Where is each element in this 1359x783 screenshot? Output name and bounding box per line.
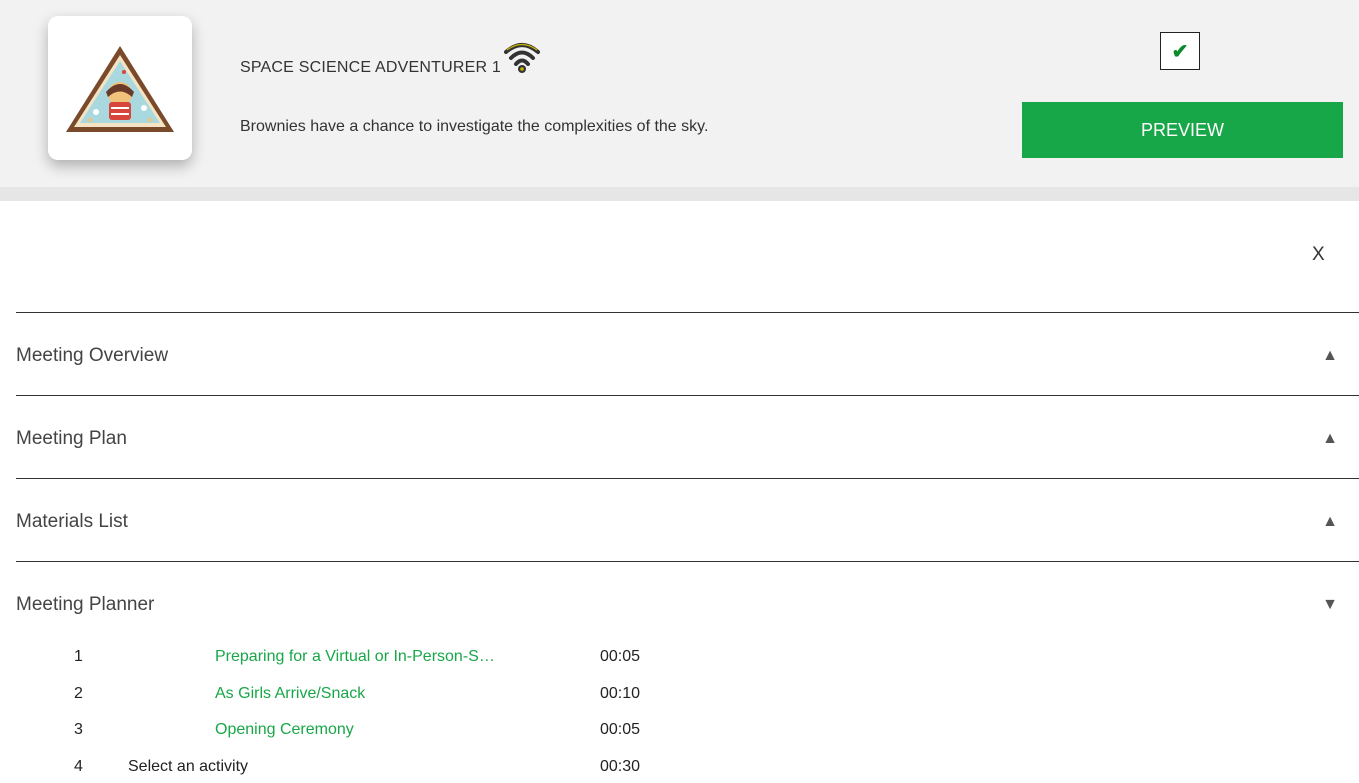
close-button[interactable]: X [1312, 244, 1325, 266]
chevron-up-icon[interactable]: ▲ [1322, 430, 1338, 448]
section-label: Materials List [16, 511, 128, 532]
wifi-signal-icon [503, 39, 541, 80]
row-duration: 00:30 [600, 758, 641, 775]
section-meeting-plan[interactable]: Meeting Plan ▲ [16, 395, 1359, 477]
section-label: Meeting Planner [16, 594, 155, 615]
title-row: SPACE SCIENCE ADVENTURER 1 [240, 40, 541, 80]
chevron-up-icon[interactable]: ▲ [1322, 347, 1338, 365]
row-duration: 00:10 [600, 685, 641, 702]
activity-card-header: SPACE SCIENCE ADVENTURER 1 Brownies have… [0, 0, 1359, 187]
checkmark-icon: ✔ [1171, 40, 1189, 63]
planner-row: 3 Opening Ceremony 00:05 [0, 721, 700, 745]
section-meeting-planner[interactable]: Meeting Planner ▼ [16, 561, 1359, 643]
section-label: Meeting Plan [16, 428, 127, 449]
row-number: 4 [74, 758, 83, 775]
complete-checkbox[interactable]: ✔ [1160, 32, 1200, 70]
activity-link[interactable]: As Girls Arrive/Snack [215, 685, 365, 703]
section-label: Meeting Overview [16, 345, 169, 366]
section-meeting-overview[interactable]: Meeting Overview ▲ [16, 312, 1359, 394]
space-science-badge-icon [66, 46, 174, 132]
activity-link[interactable]: Preparing for a Virtual or In-Person-S… [215, 648, 495, 666]
planner-row: 1 Preparing for a Virtual or In-Person-S… [0, 648, 700, 672]
row-number: 1 [74, 648, 83, 665]
select-activity-link[interactable]: Select an activity [128, 758, 248, 776]
header-divider [0, 187, 1359, 201]
planner-row: 2 As Girls Arrive/Snack 00:10 [0, 685, 700, 709]
row-number: 3 [74, 721, 83, 738]
planner-row: 4 Select an activity 00:30 [0, 758, 700, 782]
chevron-down-icon[interactable]: ▼ [1322, 596, 1338, 614]
badge-tile[interactable] [48, 16, 192, 160]
row-duration: 00:05 [600, 721, 641, 738]
row-duration: 00:05 [600, 648, 641, 665]
activity-title: SPACE SCIENCE ADVENTURER 1 [240, 59, 501, 76]
activity-description: Brownies have a chance to investigate th… [240, 118, 709, 135]
chevron-up-icon[interactable]: ▲ [1322, 513, 1338, 531]
row-number: 2 [74, 685, 83, 702]
activity-link[interactable]: Opening Ceremony [215, 721, 354, 739]
section-materials-list[interactable]: Materials List ▲ [16, 478, 1359, 560]
preview-button[interactable]: PREVIEW [1022, 102, 1343, 158]
